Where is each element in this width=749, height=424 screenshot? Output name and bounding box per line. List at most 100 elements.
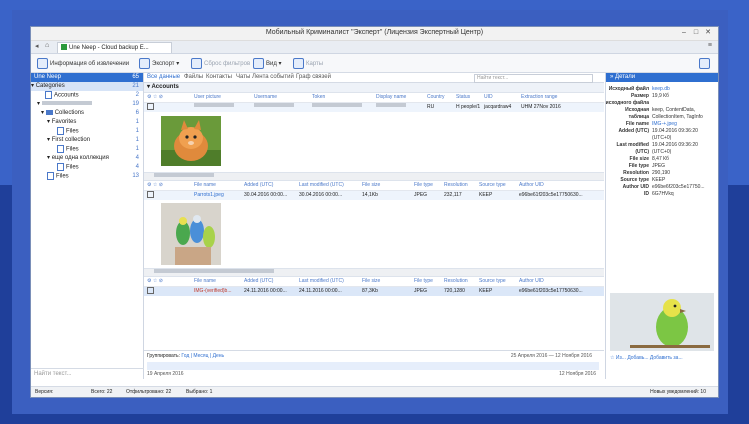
property-value[interactable]: keep.db — [652, 86, 670, 93]
info-button[interactable]: Информация об извлечении — [37, 58, 129, 69]
parrots-picture-area — [144, 200, 604, 268]
status-filtered: Отфильтровано: 22 — [126, 389, 172, 395]
status-bar: Версия: Всего: 22 Отфильтровано: 22 Выбр… — [31, 386, 718, 397]
property-key: Исходная — [625, 107, 649, 113]
column-header[interactable]: Country — [427, 93, 445, 102]
tab-link-graph[interactable]: Граф связей — [296, 74, 331, 80]
tab-case[interactable]: Une Neep - Cloud backup E... — [57, 42, 172, 53]
column-tools-icon[interactable]: ⚙ ☆ ⊘ — [147, 93, 163, 102]
details-actions[interactable]: ☆ Из... Добавь... Добавить за... — [610, 355, 683, 361]
center-search-input[interactable]: Найти текст... — [474, 74, 593, 83]
tree-item-first-collection[interactable]: ▾ First collection 1 — [31, 136, 143, 145]
menu-icon[interactable]: ≡ — [708, 42, 712, 49]
property-row: (UTC) (UTC+0) — [606, 149, 718, 156]
property-key: таблица — [628, 114, 649, 120]
property-value: 6G7HVkq — [652, 191, 674, 197]
details-panel: » Детали Исходный файл keep.db Размер 19,9 … — [605, 73, 718, 379]
property-row: ID 6G7HVkq — [606, 191, 718, 198]
tree-item-files[interactable]: Files 13 — [31, 172, 143, 181]
column-header[interactable]: User picture — [194, 93, 221, 102]
group-header-files-2[interactable] — [144, 268, 604, 277]
tree-item-another-collection[interactable]: ▾ еще одна коллекция 4 — [31, 154, 143, 163]
column-header[interactable]: Display name — [376, 93, 406, 102]
redacted-text — [41, 101, 92, 106]
tab-label: Une Neep - Cloud backup E... — [69, 45, 149, 51]
tree-item-accounts[interactable]: Accounts 2 — [31, 91, 143, 100]
property-row: Resolution 290,190 — [606, 170, 718, 177]
property-value: e96be6f203c5e17750... — [652, 184, 705, 190]
details-header: » Детали — [606, 73, 718, 82]
timeline-group-controls[interactable]: Группировать: Год | Месяц | День — [147, 353, 224, 359]
property-row: Размер 19,9 Кб — [606, 93, 718, 100]
property-value: 290,190 — [652, 170, 671, 176]
tree-item-files[interactable]: Files 1 — [31, 145, 143, 154]
table-row[interactable]: Parrots1.jpeg 30.04.2016 00:00... 30.04.… — [144, 191, 604, 200]
layout-icon[interactable] — [699, 58, 712, 69]
column-header[interactable]: Status — [456, 93, 470, 102]
group-header-accounts[interactable]: ▾ Accounts — [144, 83, 604, 93]
column-header[interactable]: Username — [254, 93, 277, 102]
tree-item-files[interactable]: Files 4 — [31, 163, 143, 172]
tree-item-collections[interactable]: ▾ Collections 6 — [31, 109, 143, 118]
row-checkbox[interactable] — [147, 103, 154, 110]
property-value[interactable]: IMG-+.jpeg — [652, 121, 677, 128]
toolbar: Информация об извлечении Экспорт ▾ Сброс… — [31, 54, 718, 73]
column-header[interactable]: UID — [484, 93, 493, 102]
tree-item-blurred[interactable]: ▾ 19 — [31, 100, 143, 109]
window-title: Мобильный Криминалист "Эксперт" (Лицензи… — [265, 29, 484, 36]
kitten-image — [161, 116, 221, 166]
property-key: Source type — [620, 177, 649, 183]
redacted-text — [154, 173, 214, 178]
tree-item-favorites[interactable]: ▾ Favorites 1 — [31, 118, 143, 127]
file-icon — [57, 145, 64, 153]
property-row: File type JPEG — [606, 163, 718, 170]
tree-item-files[interactable]: Files 1 — [31, 127, 143, 136]
file-icon — [45, 91, 52, 99]
property-value: KEEP — [652, 177, 666, 183]
status-total: Всего: 22 — [91, 389, 113, 395]
status-selected: Выбрано: 1 — [186, 389, 213, 395]
row-checkbox[interactable] — [147, 287, 154, 294]
timeline-panel: Группировать: Год | Месяц | День 25 Апре… — [144, 350, 604, 379]
home-icon[interactable]: ⌂ — [45, 42, 49, 49]
maximize-icon[interactable]: □ — [690, 29, 702, 36]
group-header-files[interactable] — [144, 172, 604, 181]
left-search-input[interactable]: Найти текст... — [31, 368, 146, 379]
tab-files[interactable]: Файлы — [184, 74, 203, 80]
property-list: Исходный файл keep.db Размер 19,9 Кб исходно… — [606, 86, 718, 198]
column-header[interactable]: Extraction range — [521, 93, 557, 102]
property-value: (UTC+0) — [652, 135, 672, 141]
reset-filter-button[interactable]: Сброс фильтров — [191, 58, 250, 69]
table-row-selected[interactable]: IMG-(verified)b... 24.11.2016 00:00... 2… — [144, 287, 604, 296]
property-row: File size 8,47 Кб — [606, 156, 718, 163]
tab-contacts[interactable]: Контакты — [206, 74, 232, 80]
tab-chats[interactable]: Чаты — [236, 74, 250, 80]
redacted-text — [194, 103, 234, 107]
title-bar: Мобильный Криминалист "Эксперт" (Лицензи… — [31, 27, 718, 41]
property-key: Исходный файл — [608, 86, 649, 92]
property-key: Размер — [630, 93, 649, 99]
column-tools-icon[interactable]: ⚙ ☆ ⊘ — [147, 181, 163, 190]
table-row[interactable]: RU H people/1 jacqardraw4 UHM 27Nov 2016 — [144, 103, 604, 112]
accounts-columns: ⚙ ☆ ⊘ User picture Username Token Displa… — [144, 93, 604, 103]
export-button[interactable]: Экспорт ▾ — [139, 58, 179, 69]
property-value: 8,47 Кб — [652, 156, 669, 162]
tab-all-data[interactable]: Все данные — [147, 74, 180, 80]
row-checkbox[interactable] — [147, 191, 154, 198]
back-icon[interactable]: ◂ — [35, 42, 39, 50]
column-tools-icon[interactable]: ⚙ ☆ ⊘ — [147, 277, 163, 286]
info-icon — [37, 58, 48, 69]
tree-item-categories[interactable]: ▾ Categories 21 — [31, 82, 143, 91]
property-value: JPEG — [652, 163, 666, 169]
file-icon — [57, 163, 64, 171]
close-icon[interactable]: ✕ — [702, 28, 714, 36]
status-notifications[interactable]: Новых уведомлений: 10 — [650, 387, 706, 397]
timeline-track[interactable] — [147, 362, 599, 370]
timeline-range[interactable]: 25 Апреля 2016 — 12 Ноября 2016 — [511, 353, 592, 359]
tab-event-feed[interactable]: Лента событий — [252, 74, 294, 80]
view-button[interactable]: Вид ▾ — [253, 58, 282, 69]
minimize-icon[interactable]: – — [678, 29, 690, 36]
map-button[interactable]: Карты — [293, 58, 323, 69]
column-header[interactable]: Token — [312, 93, 325, 102]
app-window: Мобильный Криминалист "Эксперт" (Лицензи… — [30, 26, 719, 398]
